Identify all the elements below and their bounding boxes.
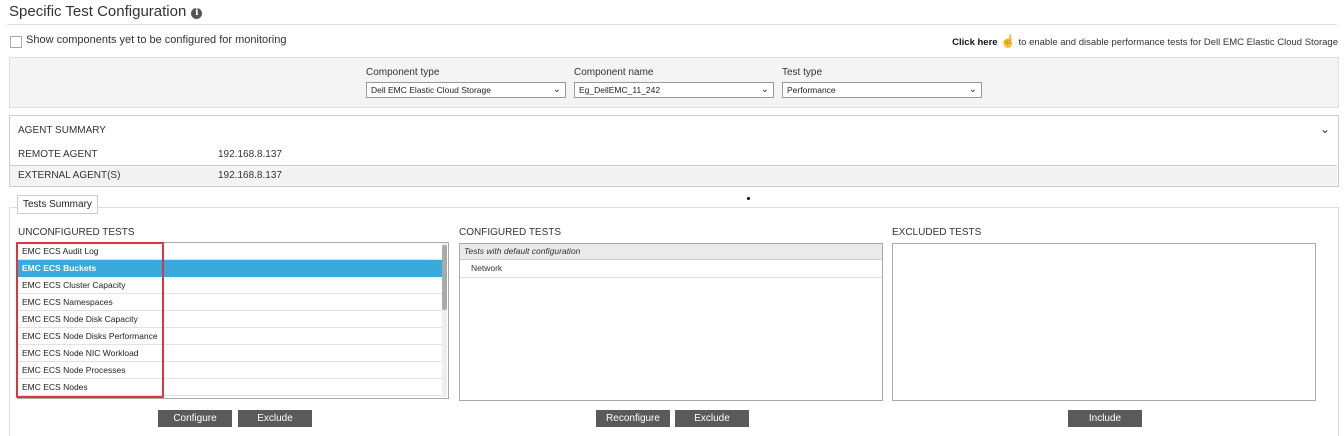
- chevron-down-icon: ⌄: [968, 84, 977, 95]
- click-here-notice: Click here ☝ to enable and disable perform…: [952, 34, 1338, 48]
- unconfigured-tests-heading: UNCONFIGURED TESTS: [18, 227, 135, 238]
- external-agent-value: 192.168.8.137: [218, 170, 282, 181]
- list-item[interactable]: Network: [460, 260, 882, 278]
- configure-button[interactable]: Configure: [158, 410, 232, 427]
- info-icon[interactable]: i: [191, 8, 203, 19]
- collapse-chevron-icon[interactable]: ⌄: [1320, 122, 1330, 136]
- hand-pointer-icon: ☝: [1000, 34, 1016, 48]
- show-components-label: Show components yet to be configured for…: [26, 34, 287, 46]
- exclude-button[interactable]: Exclude: [238, 410, 312, 427]
- exclude-configured-button[interactable]: Exclude: [675, 410, 749, 427]
- component-name-label: Component name: [574, 67, 654, 78]
- show-components-checkbox[interactable]: [10, 36, 22, 48]
- external-agent-label: EXTERNAL AGENT(S): [18, 170, 121, 181]
- chevron-down-icon: ⌄: [552, 84, 561, 95]
- default-config-group-heading: Tests with default configuration: [460, 244, 882, 260]
- tests-summary-tab[interactable]: Tests Summary: [17, 195, 98, 214]
- excluded-tests-heading: EXCLUDED TESTS: [892, 227, 982, 238]
- reconfigure-button[interactable]: Reconfigure: [596, 410, 670, 427]
- component-name-select[interactable]: Eg_DellEMC_11_242 ⌄: [574, 82, 774, 98]
- include-button[interactable]: Include: [1068, 410, 1142, 427]
- stray-dot: [747, 197, 750, 200]
- remote-agent-value: 192.168.8.137: [218, 149, 282, 160]
- component-type-select[interactable]: Dell EMC Elastic Cloud Storage ⌄: [366, 82, 566, 98]
- page-title: Specific Test Configuration i: [9, 3, 203, 20]
- test-type-select[interactable]: Performance ⌄: [782, 82, 982, 98]
- test-type-label: Test type: [782, 67, 823, 78]
- component-type-label: Component type: [366, 67, 440, 78]
- click-here-text: to enable and disable performance tests …: [1018, 37, 1338, 48]
- remote-agent-label: REMOTE AGENT: [18, 149, 98, 160]
- highlight-box: [16, 242, 164, 398]
- scrollbar-thumb[interactable]: [442, 245, 447, 310]
- excluded-tests-list[interactable]: [892, 243, 1316, 401]
- configured-tests-heading: CONFIGURED TESTS: [459, 227, 562, 238]
- divider: [7, 24, 1337, 25]
- agent-summary-heading: AGENT SUMMARY: [18, 125, 106, 136]
- chevron-down-icon: ⌄: [760, 84, 769, 95]
- click-here-link[interactable]: Click here: [952, 37, 997, 48]
- configured-tests-list[interactable]: Tests with default configuration Network: [459, 243, 883, 401]
- external-agent-row: [10, 165, 1337, 186]
